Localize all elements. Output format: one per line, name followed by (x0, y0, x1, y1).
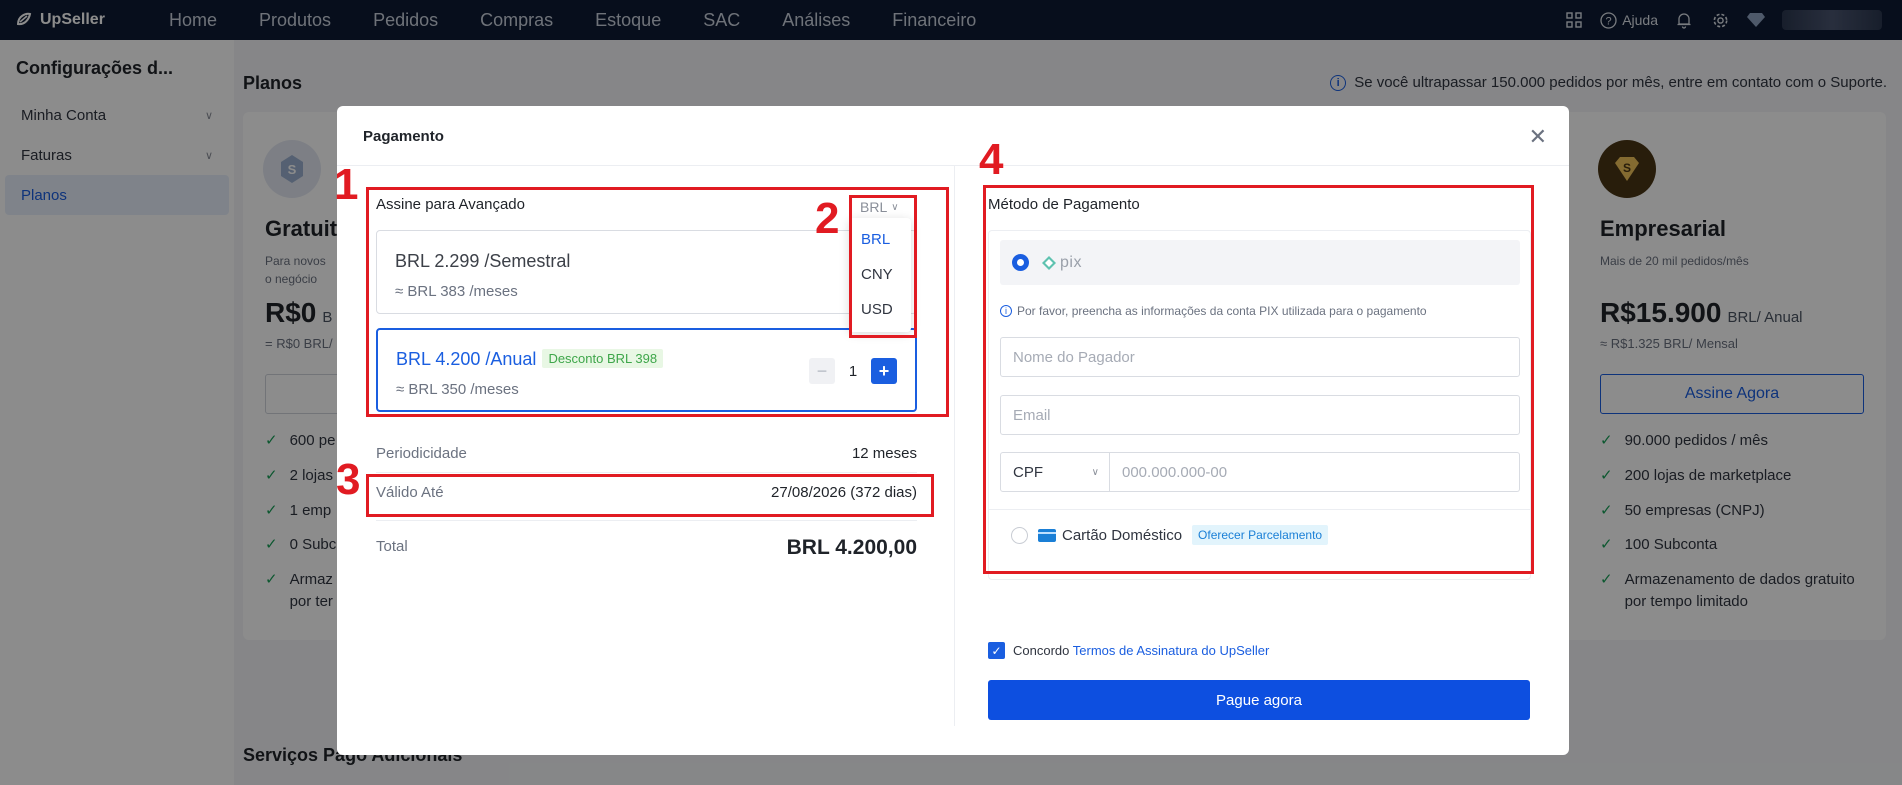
divider (376, 472, 917, 473)
total-value: BRL 4.200,00 (786, 536, 917, 559)
divider (376, 520, 917, 521)
terms-checkbox[interactable]: ✓ (988, 642, 1005, 659)
terms-link[interactable]: Termos de Assinatura do UpSeller (1073, 643, 1270, 658)
annotation-box-4 (983, 185, 1534, 574)
total-label: Total (376, 538, 408, 555)
periodicidade-value: 12 meses (851, 445, 917, 462)
annotation-box-2 (849, 195, 917, 338)
total-row: Total BRL 4.200,00 (376, 536, 917, 560)
annotation-box-3 (366, 474, 934, 517)
divider (337, 165, 1569, 166)
annotation-number-3: 3 (336, 455, 361, 504)
close-icon[interactable]: ✕ (1529, 126, 1547, 148)
periodicidade-row: Periodicidade 12 meses (376, 445, 917, 462)
annotation-number-1: 1 (334, 160, 359, 209)
terms-agreement: ✓ Concordo Termos de Assinatura do UpSel… (988, 642, 1269, 659)
annotation-number-4: 4 (979, 135, 1004, 184)
column-divider (954, 166, 955, 726)
modal-title: Pagamento (363, 128, 444, 145)
pay-now-button[interactable]: Pague agora (988, 680, 1530, 720)
annotation-number-2: 2 (815, 194, 840, 243)
periodicidade-label: Periodicidade (376, 445, 467, 462)
agree-text: Concordo (1013, 643, 1070, 658)
